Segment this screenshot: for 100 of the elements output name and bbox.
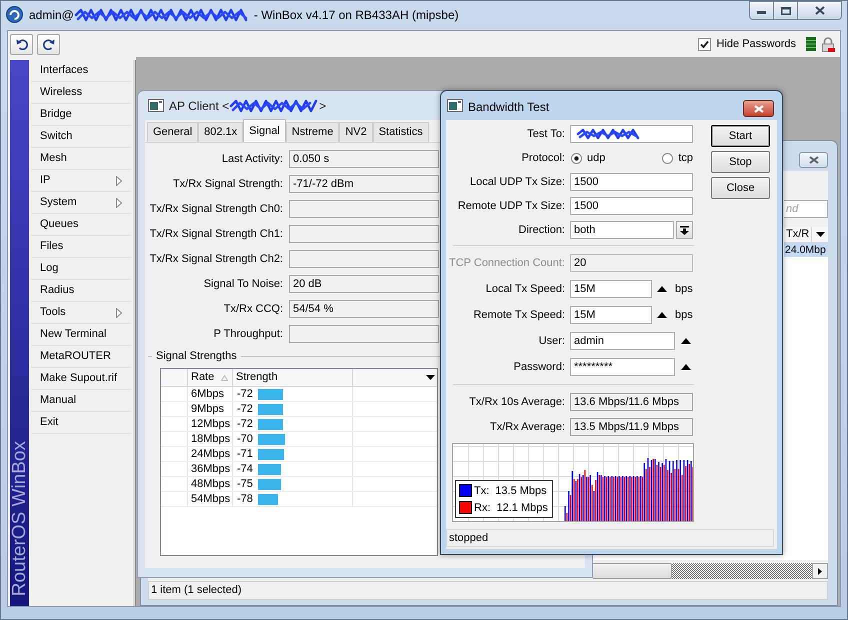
close-button[interactable] xyxy=(799,152,828,168)
text-field[interactable]: ********* xyxy=(570,358,675,376)
menu-item[interactable]: Wireless xyxy=(31,82,131,104)
readonly-field: 20 dB xyxy=(289,275,439,293)
menu-item[interactable]: Log xyxy=(31,258,131,280)
text-field[interactable]: admin xyxy=(570,332,675,350)
table-cell-text: -74 xyxy=(237,462,254,476)
text-field[interactable]: 15M xyxy=(570,306,652,324)
field-label: P Throughput: xyxy=(212,326,283,342)
field-label: Remote UDP Tx Size: xyxy=(456,198,565,214)
brand-label: RouterOS WinBox xyxy=(10,440,29,596)
readonly-field: 13.6 Mbps/11.6 Mbps xyxy=(570,393,693,411)
tab[interactable]: Signal xyxy=(243,119,286,142)
close-icon xyxy=(814,6,824,15)
field-label: Tx/Rx Signal Strength Ch0: xyxy=(148,202,283,217)
menu-item[interactable]: Make Supout.rif xyxy=(31,368,131,390)
group-title: Signal Strengths xyxy=(156,348,237,364)
menu-item[interactable]: IP xyxy=(31,170,131,192)
menu-item[interactable]: Files xyxy=(31,236,131,258)
text-field[interactable]: 1500 xyxy=(570,197,693,215)
submenu-arrow-icon xyxy=(116,198,122,208)
menu-item[interactable]: MetaROUTER xyxy=(31,346,131,368)
field-label: Tx/Rx 10s Average: xyxy=(468,394,565,410)
field-label: Remote Tx Speed: xyxy=(472,308,565,323)
menu-item[interactable]: New Terminal xyxy=(31,324,131,346)
hide-passwords-checkbox[interactable]: Hide Passwords xyxy=(698,36,796,52)
dialog-button[interactable]: Stop xyxy=(711,151,770,173)
scroll-right-button[interactable] xyxy=(812,563,828,579)
tab[interactable]: Statistics xyxy=(372,122,429,142)
radio-option[interactable]: udp xyxy=(571,150,606,166)
menu-item[interactable]: Bridge xyxy=(31,104,131,126)
table-cell: 24Mbps xyxy=(188,447,233,461)
tab[interactable]: NV2 xyxy=(339,122,373,142)
text-field[interactable] xyxy=(570,125,693,143)
column-header[interactable]: Strength xyxy=(233,369,353,386)
scrollbar-thumb[interactable] xyxy=(593,563,672,579)
dialog-button[interactable]: Start xyxy=(711,125,770,147)
radio-option[interactable]: tcp xyxy=(662,150,693,166)
table-cell: 48Mbps xyxy=(188,477,233,491)
menu-item[interactable]: Tools xyxy=(31,302,131,324)
menu-item[interactable]: Exit xyxy=(31,412,131,434)
legend-value: 12.1 Mbps xyxy=(496,500,548,514)
column-header[interactable]: Rate xyxy=(188,369,233,386)
field-label: Local Tx Speed: xyxy=(484,282,565,297)
close-icon xyxy=(754,104,764,112)
close-button[interactable] xyxy=(743,100,774,117)
close-button[interactable] xyxy=(798,1,842,20)
window-title: AP Client < xyxy=(169,98,230,114)
text-field[interactable]: 15M xyxy=(570,280,652,298)
tab[interactable]: Nstreme xyxy=(286,122,340,142)
field-label: Local UDP Tx Size: xyxy=(469,174,565,190)
up-arrow-icon[interactable] xyxy=(657,312,667,318)
submenu-arrow-icon xyxy=(116,308,122,318)
up-arrow-icon[interactable] xyxy=(681,338,691,344)
menu-item[interactable]: Switch xyxy=(31,126,131,148)
table-cell: 18Mbps xyxy=(188,432,233,446)
minimize-button[interactable] xyxy=(749,1,774,20)
window-title: > xyxy=(319,98,326,114)
table-cell: 6Mbps xyxy=(188,387,233,401)
table-cell: 54Mbps xyxy=(188,492,233,506)
dropdown-field[interactable]: both xyxy=(570,221,674,239)
dropdown-arrow-icon xyxy=(426,375,434,380)
minimize-icon xyxy=(757,11,766,14)
dialog-button[interactable]: Close xyxy=(711,177,770,199)
menu-item[interactable]: Queues xyxy=(31,214,131,236)
table-row[interactable]: 24.0Mbp xyxy=(784,243,828,257)
menu-item[interactable]: Interfaces xyxy=(31,60,131,82)
dropdown-button[interactable] xyxy=(676,221,693,239)
status-bar: 1 item (1 selected) xyxy=(148,581,828,600)
app-logo-icon[interactable] xyxy=(6,6,23,23)
readonly-field: -71/-72 dBm xyxy=(289,175,439,193)
table-cell-text: -72 xyxy=(237,387,254,401)
legend-label: Rx: xyxy=(474,500,490,514)
table-cell-text: -70 xyxy=(237,432,254,446)
field-label: Tx/Rx Signal Strength Ch1: xyxy=(148,226,283,242)
menu-item[interactable]: Radius xyxy=(31,280,131,302)
menu-item[interactable]: Manual xyxy=(31,390,131,412)
legend-label: Tx: xyxy=(474,484,490,498)
menu-item[interactable]: System xyxy=(31,192,131,214)
window-icon xyxy=(447,99,463,112)
field-label: TCP Connection Count: xyxy=(448,256,565,271)
lock-icon[interactable] xyxy=(821,36,835,52)
table-cell-text: -71 xyxy=(237,447,254,461)
up-arrow-icon[interactable] xyxy=(657,286,667,292)
close-icon xyxy=(808,156,818,164)
up-arrow-icon[interactable] xyxy=(681,364,691,370)
tab[interactable]: 802.1x xyxy=(198,122,244,142)
tab[interactable]: General xyxy=(147,122,198,142)
undo-button[interactable] xyxy=(10,34,33,54)
redo-button[interactable] xyxy=(37,34,60,54)
field-label: Tx/Rx Signal Strength Ch2: xyxy=(148,252,283,267)
field-label: Signal To Noise: xyxy=(202,276,283,292)
stacked-bars-icon[interactable] xyxy=(806,37,816,51)
dropdown-arrow-icon xyxy=(816,232,824,237)
maximize-button[interactable] xyxy=(774,1,798,20)
text-field[interactable]: 1500 xyxy=(570,173,693,191)
field-label: Tx/Rx CCQ: xyxy=(222,302,283,317)
menu-item[interactable]: Mesh xyxy=(31,148,131,170)
window-title: - WinBox v4.17 on RB433AH (mipsbe) xyxy=(254,7,459,23)
readonly-field: 13.5 Mbps/11.9 Mbps xyxy=(570,418,693,436)
